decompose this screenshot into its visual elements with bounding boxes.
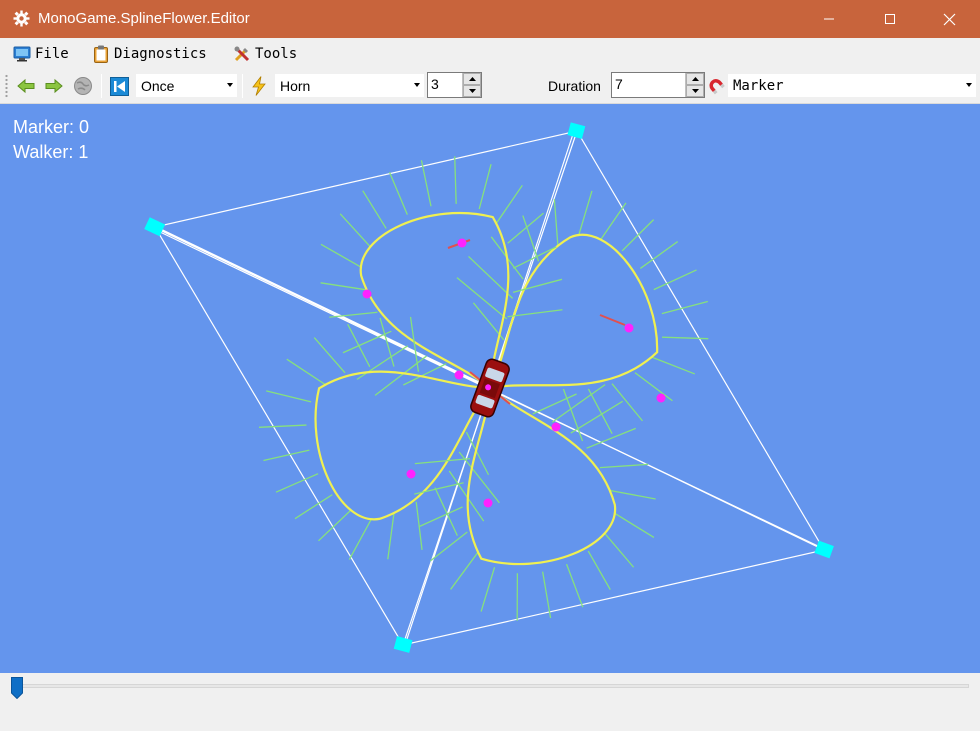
maximize-button[interactable] [867,0,913,38]
spline-point[interactable] [624,323,634,333]
menu-tools-label: Tools [255,46,298,62]
globe-icon [74,77,92,95]
arrow-down-icon [691,89,699,93]
menu-bar: File Diagnostics Tools [0,38,980,69]
skip-start-icon [109,76,129,96]
clipboard-icon [92,45,110,63]
tool-bar: Once Horn 3 Duration 7 Marker [0,69,980,104]
minimize-icon [824,18,834,20]
spline-petal [282,121,585,419]
tool-mode-value: Marker [733,78,784,94]
window-title: MonoGame.SplineFlower.Editor [38,10,250,27]
monitor-icon [13,45,31,63]
arrow-down-icon [468,89,476,93]
toolbar-grip[interactable] [5,74,8,98]
timeline-slider-thumb[interactable] [11,677,23,700]
app-gear-icon [13,10,30,27]
timeline-track[interactable] [13,684,969,688]
duration-value[interactable]: 7 [615,76,623,92]
tools-icon [233,45,251,63]
loop-mode-select[interactable]: Once [135,73,238,98]
spline-petal [392,359,692,655]
render-viewport[interactable]: Marker: 0 Walker: 1 [0,104,980,673]
trigger-type-value: Horn [280,78,311,94]
title-bar: MonoGame.SplineFlower.Editor [0,0,980,38]
menu-file[interactable]: File [13,43,69,65]
maximize-icon [885,14,895,24]
arrow-right-icon [45,78,63,94]
back-button[interactable] [15,75,37,97]
duration-label: Duration [548,78,601,94]
lightning-icon [252,76,266,96]
walker-car[interactable] [469,358,511,419]
trigger-count-stepper[interactable]: 3 [427,72,482,98]
menu-tools[interactable]: Tools [233,43,297,65]
stepper-down-button[interactable] [463,85,481,97]
magnet-icon [709,79,725,95]
tool-mode-select[interactable]: Marker [727,73,977,98]
chevron-down-icon [227,83,233,87]
loop-mode-value: Once [141,78,175,94]
spline-point[interactable] [362,289,372,299]
close-button[interactable] [926,0,972,38]
hud-walker-count: Walker: 1 [13,142,89,162]
control-handle[interactable] [567,122,586,139]
control-handle[interactable] [393,636,413,653]
arrow-left-icon [17,78,35,94]
control-handle[interactable] [814,540,834,559]
spline-point[interactable] [406,469,416,479]
spline-points[interactable] [362,238,666,508]
arrow-up-icon [468,77,476,81]
spline-petal [445,148,753,462]
toolbar-separator [101,74,102,98]
arrow-up-icon [691,77,699,81]
toolbar-separator [242,74,243,98]
chevron-down-icon [414,83,420,87]
stepper-buttons [462,73,481,97]
spline-point[interactable] [454,370,464,380]
spline-point[interactable] [656,393,666,403]
stepper-up-button[interactable] [686,73,704,85]
menu-diagnostics-label: Diagnostics [114,46,207,62]
stepper-buttons [685,73,704,97]
hud-marker-count: Marker: 0 [13,117,90,137]
trigger-type-select[interactable]: Horn [274,73,425,98]
chevron-down-icon [966,83,972,87]
globe-button[interactable] [72,75,94,97]
menu-diagnostics[interactable]: Diagnostics [92,43,207,65]
spline-scene[interactable] [0,104,980,673]
close-icon [943,13,955,25]
trigger-count-value[interactable]: 3 [431,76,439,92]
spline-point[interactable] [483,498,493,508]
magnet-button[interactable] [706,75,728,97]
timeline-panel [0,673,980,731]
duration-stepper[interactable]: 7 [611,72,705,98]
skip-to-start-button[interactable] [108,75,130,97]
forward-button[interactable] [43,75,65,97]
stepper-up-button[interactable] [463,73,481,85]
minimize-button[interactable] [806,0,852,38]
spline-point[interactable] [551,422,561,432]
trigger-button[interactable] [248,75,270,97]
stepper-down-button[interactable] [686,85,704,97]
menu-file-label: File [35,46,69,62]
spline-point[interactable] [457,238,467,248]
